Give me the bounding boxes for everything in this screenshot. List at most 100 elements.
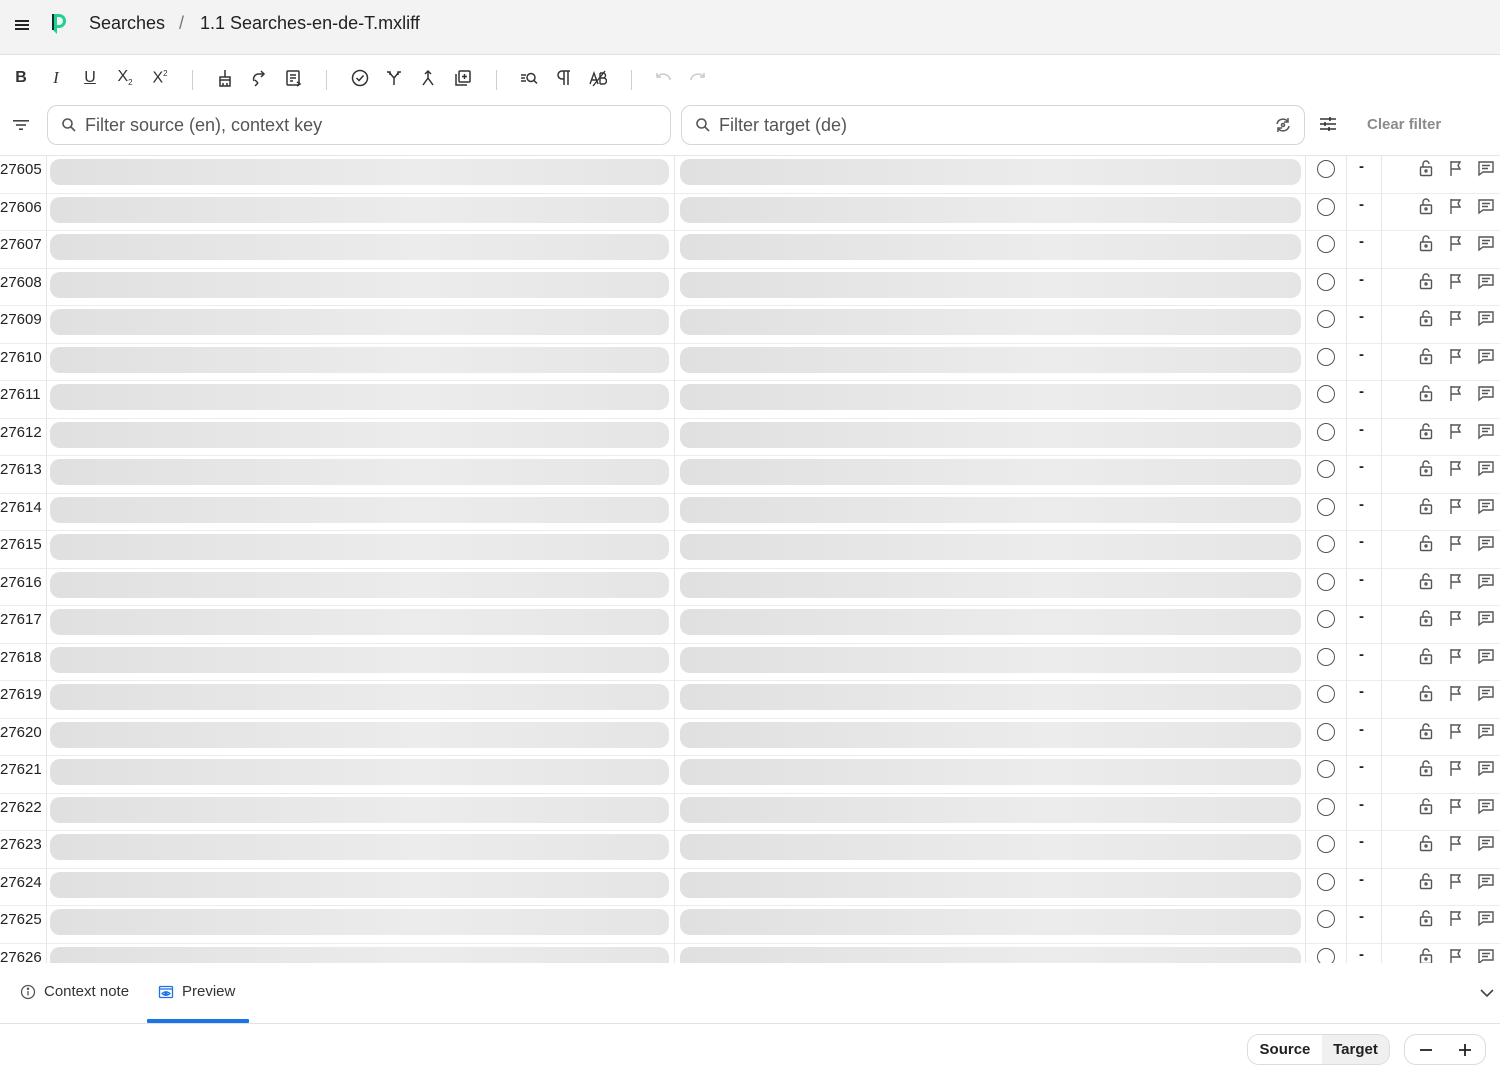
tab-context-note[interactable]: Context note: [20, 983, 129, 1000]
superscript-button[interactable]: X2: [149, 67, 171, 89]
flag-icon[interactable]: [1447, 722, 1465, 740]
flag-icon[interactable]: [1447, 797, 1465, 815]
comment-icon[interactable]: [1477, 272, 1495, 290]
target-cell-placeholder[interactable]: [680, 534, 1301, 560]
source-cell-placeholder[interactable]: [50, 309, 669, 335]
segment-status-icon[interactable]: [1317, 460, 1335, 478]
flag-icon[interactable]: [1447, 872, 1465, 890]
lock-icon[interactable]: [1417, 684, 1435, 702]
segment-status-icon[interactable]: [1317, 347, 1335, 366]
underline-button[interactable]: U: [79, 67, 101, 89]
zoom-out-icon[interactable]: [1417, 1041, 1435, 1059]
segment-row[interactable]: 27620 -: [0, 718, 1500, 756]
lock-icon[interactable]: [1417, 909, 1435, 927]
segment-status-icon[interactable]: [1317, 760, 1335, 778]
target-cell-placeholder[interactable]: [680, 196, 1301, 223]
flag-icon[interactable]: [1447, 197, 1465, 215]
target-cell-placeholder[interactable]: [680, 721, 1301, 748]
filter-settings-icon[interactable]: [1318, 114, 1338, 134]
confirm-button[interactable]: [349, 67, 371, 89]
target-cell-placeholder[interactable]: [680, 609, 1301, 635]
source-cell-placeholder[interactable]: [50, 721, 669, 748]
segment-status-icon[interactable]: [1317, 160, 1335, 178]
add-segment-button[interactable]: [452, 67, 474, 89]
source-cell-placeholder[interactable]: [50, 384, 669, 410]
comment-icon[interactable]: [1477, 422, 1495, 440]
lock-icon[interactable]: [1417, 609, 1435, 627]
flag-icon[interactable]: [1447, 159, 1465, 177]
lock-icon[interactable]: [1417, 947, 1435, 963]
flag-icon[interactable]: [1447, 947, 1465, 963]
segment-row[interactable]: 27622 -: [0, 793, 1500, 831]
segment-row[interactable]: 27613 -: [0, 456, 1500, 494]
source-filter-input[interactable]: [85, 114, 670, 136]
segment-row[interactable]: 27623 -: [0, 831, 1500, 869]
target-cell-placeholder[interactable]: [680, 309, 1301, 335]
target-cell-placeholder[interactable]: [680, 234, 1301, 260]
comment-icon[interactable]: [1477, 647, 1495, 665]
comment-icon[interactable]: [1477, 834, 1495, 852]
flag-icon[interactable]: [1447, 384, 1465, 402]
source-cell-placeholder[interactable]: [50, 909, 669, 935]
target-cell-placeholder[interactable]: [680, 646, 1301, 673]
segment-status-icon[interactable]: [1317, 797, 1335, 816]
lock-icon[interactable]: [1417, 572, 1435, 590]
target-cell-placeholder[interactable]: [680, 834, 1301, 860]
find-replace-button[interactable]: [518, 67, 540, 89]
flag-icon[interactable]: [1447, 497, 1465, 515]
lock-icon[interactable]: [1417, 834, 1435, 852]
lock-icon[interactable]: [1417, 384, 1435, 402]
comment-icon[interactable]: [1477, 947, 1495, 963]
lock-icon[interactable]: [1417, 272, 1435, 290]
segment-status-icon[interactable]: [1317, 610, 1335, 628]
segment-row[interactable]: 27616 -: [0, 568, 1500, 606]
flag-icon[interactable]: [1447, 647, 1465, 665]
source-cell-placeholder[interactable]: [50, 646, 669, 673]
segment-row[interactable]: 27610 -: [0, 343, 1500, 381]
flag-icon[interactable]: [1447, 309, 1465, 327]
target-cell-placeholder[interactable]: [680, 271, 1301, 298]
segment-row[interactable]: 27612 -: [0, 418, 1500, 456]
source-cell-placeholder[interactable]: [50, 234, 669, 260]
source-cell-placeholder[interactable]: [50, 159, 669, 185]
segment-status-icon[interactable]: [1317, 872, 1335, 891]
clear-filter-button[interactable]: Clear filter: [1367, 116, 1441, 133]
source-cell-placeholder[interactable]: [50, 684, 669, 710]
segment-status-icon[interactable]: [1317, 422, 1335, 441]
comment-icon[interactable]: [1477, 572, 1495, 590]
comment-icon[interactable]: [1477, 159, 1495, 177]
segment-row[interactable]: 27626 -: [0, 943, 1500, 963]
source-cell-placeholder[interactable]: [50, 346, 669, 373]
flag-icon[interactable]: [1447, 684, 1465, 702]
chevron-down-icon[interactable]: [1477, 983, 1497, 1003]
undo-button[interactable]: [652, 67, 674, 89]
segment-row[interactable]: 27618 -: [0, 643, 1500, 681]
comment-icon[interactable]: [1477, 609, 1495, 627]
segment-status-icon[interactable]: [1317, 497, 1335, 516]
segment-status-icon[interactable]: [1317, 272, 1335, 291]
target-cell-placeholder[interactable]: [680, 909, 1301, 935]
comment-icon[interactable]: [1477, 797, 1495, 815]
comment-icon[interactable]: [1477, 197, 1495, 215]
segment-row[interactable]: 27625 -: [0, 906, 1500, 944]
segment-row[interactable]: 27621 -: [0, 756, 1500, 794]
segment-row[interactable]: 27606 -: [0, 193, 1500, 231]
segment-row[interactable]: 27617 -: [0, 606, 1500, 644]
target-cell-placeholder[interactable]: [680, 159, 1301, 185]
breadcrumb-project[interactable]: Searches: [89, 13, 165, 34]
segment-row[interactable]: 27619 -: [0, 681, 1500, 719]
comment-icon[interactable]: [1477, 909, 1495, 927]
source-cell-placeholder[interactable]: [50, 196, 669, 223]
segment-row[interactable]: 27605 -: [0, 156, 1500, 194]
copy-source-button[interactable]: [248, 67, 270, 89]
lock-icon[interactable]: [1417, 459, 1435, 477]
segment-status-icon[interactable]: [1317, 910, 1335, 928]
lock-icon[interactable]: [1417, 722, 1435, 740]
flag-icon[interactable]: [1447, 609, 1465, 627]
redo-button[interactable]: [687, 67, 709, 89]
segment-row[interactable]: 27611 -: [0, 381, 1500, 419]
comment-icon[interactable]: [1477, 759, 1495, 777]
source-cell-placeholder[interactable]: [50, 534, 669, 560]
app-logo-icon[interactable]: [50, 12, 68, 36]
flag-icon[interactable]: [1447, 422, 1465, 440]
